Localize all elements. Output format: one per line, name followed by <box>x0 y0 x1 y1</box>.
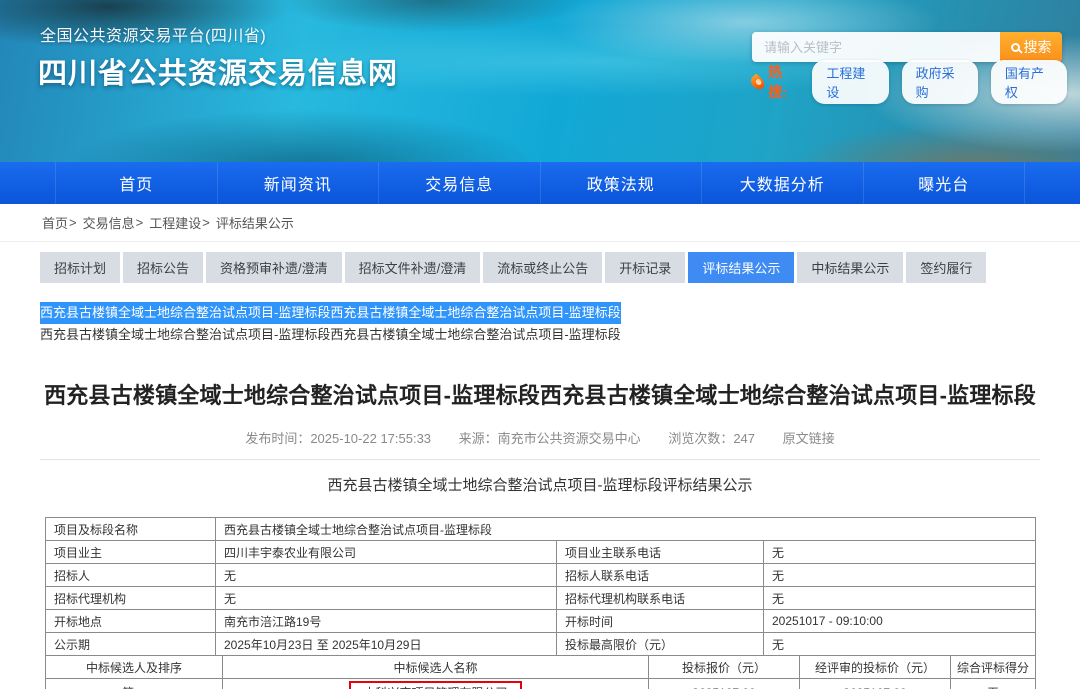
winner-highlight-box: 中科兴宏项目管理有限公司 <box>349 681 522 689</box>
value-tenderer-phone: 无 <box>763 563 1036 587</box>
hot-search-label: 热搜: <box>768 64 787 100</box>
candidate-name-cell: 中科兴宏项目管理有限公司 <box>222 678 649 689</box>
nav-item-news[interactable]: 新闻资讯 <box>218 162 379 204</box>
value-opening-time: 20251017 - 09:10:00 <box>763 609 1036 633</box>
value-project-owner: 四川丰宇泰农业有限公司 <box>215 540 557 564</box>
tab-prequalification-addendum[interactable]: 资格预审补遗/澄清 <box>206 252 342 283</box>
label-agency: 招标代理机构 <box>45 586 216 610</box>
label-project-owner: 项目业主 <box>45 540 216 564</box>
breadcrumb-trade-info[interactable]: 交易信息 <box>83 213 135 232</box>
hot-tag-construction[interactable]: 工程建设 <box>812 60 889 104</box>
candidate-rank: 第一 <box>45 678 223 689</box>
search-button[interactable]: 搜索 <box>1000 32 1062 62</box>
tab-bid-announcement[interactable]: 招标公告 <box>123 252 204 283</box>
breadcrumb: 首页 > 交易信息 > 工程建设 > 评标结果公示 <box>0 204 1080 242</box>
label-opening-time: 开标时间 <box>556 609 764 633</box>
result-item[interactable]: 西充县古楼镇全域士地综合整治试点项目-监理标段西充县古楼镇全域士地综合整治试点项… <box>40 324 621 346</box>
value-agency-phone: 无 <box>763 586 1036 610</box>
announcement-subtitle: 西充县古楼镇全域士地综合整治试点项目-监理标段评标结果公示 <box>327 477 753 494</box>
candidate-header-row: 中标候选人及排序 中标候选人名称 投标报价（元） 经评审的投标价（元） 综合评标… <box>45 655 1036 679</box>
tab-contract-performance[interactable]: 签约履行 <box>906 252 987 283</box>
nav-item-exposure[interactable]: 曝光台 <box>864 162 1025 204</box>
value-max-price: 无 <box>763 632 1036 656</box>
table-row: 公示期 2025年10月23日 至 2025年10月29日 投标最高限价（元） … <box>45 632 1036 656</box>
tab-bid-plan[interactable]: 招标计划 <box>40 252 121 283</box>
header-candidate-rank: 中标候选人及排序 <box>45 655 223 679</box>
label-max-price: 投标最高限价（元） <box>556 632 764 656</box>
meta-divider <box>40 459 1040 460</box>
tab-award-result[interactable]: 中标结果公示 <box>797 252 904 283</box>
header-bid-price: 投标报价（元） <box>648 655 800 679</box>
label-tenderer-phone: 招标人联系电话 <box>556 563 764 587</box>
breadcrumb-home[interactable]: 首页 <box>42 213 68 232</box>
tab-evaluation-result[interactable]: 评标结果公示 <box>688 252 795 283</box>
search-button-label: 搜索 <box>1023 39 1052 55</box>
label-publicity-period: 公示期 <box>45 632 216 656</box>
publish-time: 发布时间：2025-10-22 17:55:33 <box>245 431 432 446</box>
article-title: 西充县古楼镇全域士地综合整治试点项目-监理标段西充县古楼镇全域士地综合整治试点项… <box>44 383 1036 408</box>
platform-label: 全国公共资源交易平台(四川省) <box>40 28 267 45</box>
source: 来源：南充市公共资源交易中心 <box>458 431 641 446</box>
label-agency-phone: 招标代理机构联系电话 <box>556 586 764 610</box>
value-opening-place: 南充市涪江路19号 <box>215 609 557 633</box>
label-owner-phone: 项目业主联系电话 <box>556 540 764 564</box>
hot-tag-procurement[interactable]: 政府采购 <box>901 60 978 104</box>
value-project-name: 西充县古楼镇全域士地综合整治试点项目-监理标段 <box>215 517 1036 541</box>
hot-search-row: 热搜: 工程建设 政府采购 国有产权 <box>748 60 1080 104</box>
main-nav: 首页 新闻资讯 交易信息 政策法规 大数据分析 曝光台 <box>0 162 1080 204</box>
view-count: 浏览次数：247 <box>668 431 756 446</box>
search-input[interactable] <box>752 32 1000 62</box>
value-publicity-period: 2025年10月23日 至 2025年10月29日 <box>215 632 557 656</box>
label-tenderer: 招标人 <box>45 563 216 587</box>
hot-tag-state-assets[interactable]: 国有产权 <box>990 60 1068 104</box>
origin-link[interactable]: 原文链接 <box>783 431 835 446</box>
table-row: 项目及标段名称 西充县古楼镇全域士地综合整治试点项目-监理标段 <box>45 517 1036 541</box>
table-row: 招标人 无 招标人联系电话 无 <box>45 563 1036 587</box>
site-title: 四川省公共资源交易信息网 <box>38 58 399 90</box>
breadcrumb-construction[interactable]: 工程建设 <box>149 213 201 232</box>
search-bar: 搜索 <box>752 32 1062 62</box>
table-row: 项目业主 四川丰宇泰农业有限公司 项目业主联系电话 无 <box>45 540 1036 564</box>
candidate-data-row: 第一 中科兴宏项目管理有限公司 3625167.00 3625167.00 无 <box>45 678 1036 689</box>
breadcrumb-current-page: 评标结果公示 <box>215 216 294 231</box>
tab-bid-opening-record[interactable]: 开标记录 <box>605 252 686 283</box>
candidate-evaluated-price: 3625167.00 <box>799 678 951 689</box>
label-opening-place: 开标地点 <box>45 609 216 633</box>
tab-bid-document-addendum[interactable]: 招标文件补遗/澄清 <box>344 252 481 283</box>
value-agency: 无 <box>215 586 557 610</box>
project-info-table: 项目及标段名称 西充县古楼镇全域士地综合整治试点项目-监理标段 项目业主 四川丰… <box>45 517 1036 656</box>
value-owner-phone: 无 <box>763 540 1036 564</box>
breadcrumb-separator: > <box>202 215 210 230</box>
article-meta: 发布时间：2025-10-22 17:55:33 来源：南充市公共资源交易中心 … <box>0 428 1080 447</box>
nav-item-big-data[interactable]: 大数据分析 <box>702 162 864 204</box>
tab-failed-or-terminated[interactable]: 流标或终止公告 <box>483 252 603 283</box>
table-row: 招标代理机构 无 招标代理机构联系电话 无 <box>45 586 1036 610</box>
table-row: 开标地点 南充市涪江路19号 开标时间 20251017 - 09:10:00 <box>45 609 1036 633</box>
result-table: 项目及标段名称 西充县古楼镇全域士地综合整治试点项目-监理标段 项目业主 四川丰… <box>45 517 1036 689</box>
candidate-table: 中标候选人及排序 中标候选人名称 投标报价（元） 经评审的投标价（元） 综合评标… <box>45 655 1036 689</box>
header-candidate-name: 中标候选人名称 <box>222 655 649 679</box>
breadcrumb-separator: > <box>135 215 144 230</box>
breadcrumb-separator: > <box>69 215 77 230</box>
hero-banner: 全国公共资源交易平台(四川省) 四川省公共资源交易信息网 搜索 热搜: 工程建设… <box>0 0 1080 162</box>
candidate-composite-score: 无 <box>950 678 1036 689</box>
result-item-selected[interactable]: 西充县古楼镇全域士地综合整治试点项目-监理标段西充县古楼镇全域士地综合整治试点项… <box>40 302 621 324</box>
value-tenderer: 无 <box>215 563 557 587</box>
header-composite-score: 综合评标得分 <box>950 655 1036 679</box>
flame-icon <box>748 72 767 92</box>
label-project-name: 项目及标段名称 <box>45 517 216 541</box>
result-list: 西充县古楼镇全域士地综合整治试点项目-监理标段西充县古楼镇全域士地综合整治试点项… <box>0 302 1080 346</box>
nav-item-policy[interactable]: 政策法规 <box>541 162 702 204</box>
nav-item-trade-info[interactable]: 交易信息 <box>379 162 541 204</box>
header-evaluated-price: 经评审的投标价（元） <box>799 655 951 679</box>
category-tabs: 招标计划 招标公告 资格预审补遗/澄清 招标文件补遗/澄清 流标或终止公告 开标… <box>0 252 1080 283</box>
search-icon <box>1010 42 1020 52</box>
candidate-bid-price: 3625167.00 <box>648 678 800 689</box>
nav-item-home[interactable]: 首页 <box>55 162 218 204</box>
